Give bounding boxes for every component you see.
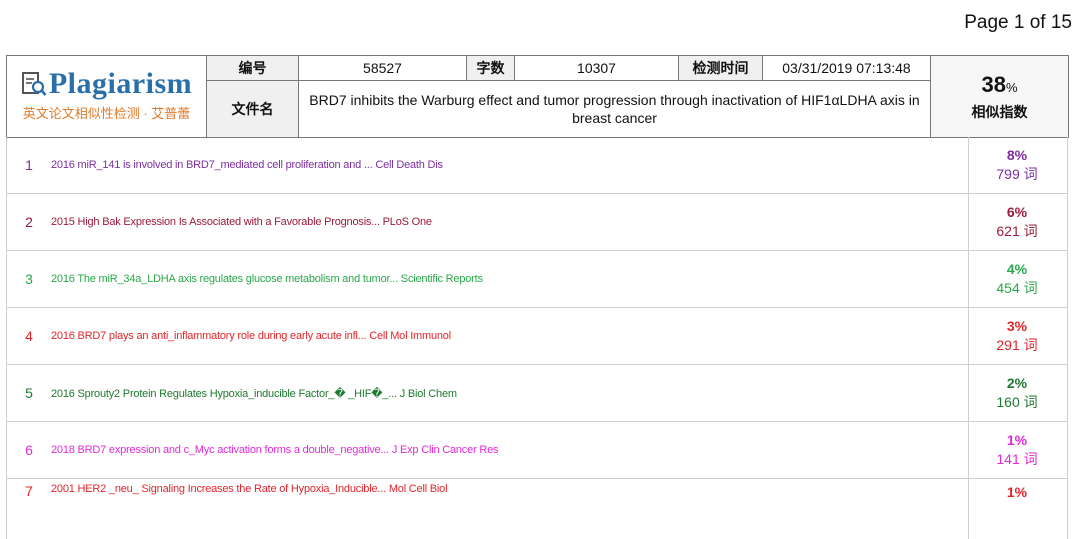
document-search-icon: [21, 72, 47, 96]
result-row[interactable]: 7 2001 HER2 _neu_ Signaling Increases th…: [6, 479, 1068, 539]
result-number: 4: [25, 328, 33, 344]
report-header: Plagiarism 英文论文相似性检测 · 艾普蕾 编号 58527 字数 1…: [6, 55, 1069, 138]
page-indicator: Page 1 of 15: [964, 12, 1072, 33]
check-time-value: 03/31/2019 07:13:48: [762, 55, 931, 81]
filename-value: BRD7 inhibits the Warburg effect and tum…: [298, 80, 931, 138]
result-number: 2: [25, 214, 33, 230]
result-words: 291 词: [996, 337, 1038, 353]
logo-name: Plagiarism: [48, 67, 193, 100]
result-number: 5: [25, 385, 33, 401]
result-number: 6: [25, 442, 33, 458]
result-percent: 6%: [1006, 204, 1028, 220]
result-number: 7: [25, 483, 33, 499]
id-value: 58527: [298, 55, 467, 81]
result-row[interactable]: 5 2016 Sprouty2 Protein Regulates Hypoxi…: [6, 365, 1068, 422]
result-words: 799 词: [996, 166, 1038, 182]
word-count-value: 10307: [514, 55, 679, 81]
check-time-label: 检测时间: [678, 55, 763, 81]
id-label: 编号: [206, 55, 299, 81]
word-count-label: 字数: [466, 55, 515, 81]
result-row[interactable]: 4 2016 BRD7 plays an anti_inflammatory r…: [6, 308, 1068, 365]
filename-label: 文件名: [206, 80, 299, 138]
result-title[interactable]: 2001 HER2 _neu_ Signaling Increases the …: [51, 483, 967, 495]
score-value: 38: [981, 71, 1006, 97]
result-number: 1: [25, 157, 33, 173]
result-row[interactable]: 1 2016 miR_141 is involved in BRD7_media…: [6, 137, 1068, 194]
score-label: 相似指数: [971, 103, 1028, 120]
result-title[interactable]: 2015 High Bak Expression Is Associated w…: [51, 216, 967, 228]
result-title[interactable]: 2016 BRD7 plays an anti_inflammatory rol…: [51, 330, 967, 342]
result-title[interactable]: 2016 Sprouty2 Protein Regulates Hypoxia_…: [51, 387, 967, 400]
similarity-score: 38% 相似指数: [930, 55, 1069, 138]
result-title[interactable]: 2016 miR_141 is involved in BRD7_mediate…: [51, 159, 967, 171]
result-percent: 4%: [1006, 261, 1028, 277]
result-words: 454 词: [996, 280, 1038, 296]
logo-tagline: 英文论文相似性检测 · 艾普蕾: [22, 106, 191, 121]
result-percent: 1%: [1006, 484, 1028, 500]
result-words: 160 词: [996, 394, 1038, 410]
result-row[interactable]: 6 2018 BRD7 expression and c_Myc activat…: [6, 422, 1068, 479]
result-row[interactable]: 2 2015 High Bak Expression Is Associated…: [6, 194, 1068, 251]
logo: Plagiarism 英文论文相似性检测 · 艾普蕾: [6, 55, 207, 138]
result-percent: 2%: [1006, 375, 1028, 391]
result-percent: 3%: [1006, 318, 1028, 334]
results-list: 1 2016 miR_141 is involved in BRD7_media…: [6, 137, 1068, 539]
result-percent: 8%: [1006, 147, 1028, 163]
result-percent: 1%: [1006, 432, 1028, 448]
result-words: 621 词: [996, 223, 1038, 239]
result-title[interactable]: 2016 The miR_34a_LDHA axis regulates glu…: [51, 273, 967, 285]
result-title[interactable]: 2018 BRD7 expression and c_Myc activatio…: [51, 444, 967, 456]
result-row[interactable]: 3 2016 The miR_34a_LDHA axis regulates g…: [6, 251, 1068, 308]
result-number: 3: [25, 271, 33, 287]
result-words: 141 词: [996, 451, 1038, 467]
score-unit: %: [1005, 79, 1018, 95]
